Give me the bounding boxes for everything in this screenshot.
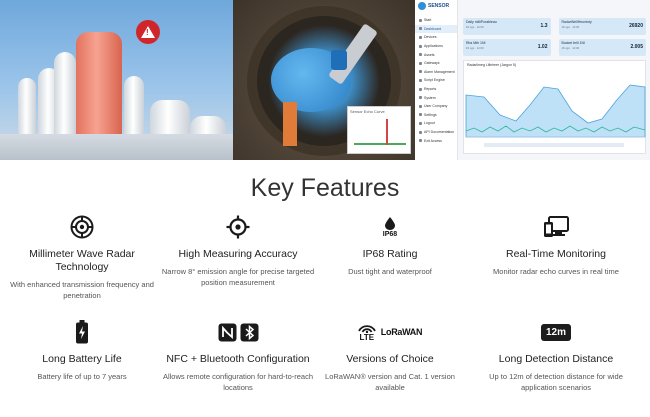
nav-item[interactable]: Start [415, 16, 457, 25]
feature-distance: 12m Long Detection Distance Up to 12m of… [476, 319, 636, 393]
nav-item[interactable]: Settings [415, 111, 457, 120]
echo-curve-thumbnail: Sensor Echo Curve [347, 106, 411, 154]
nav-item[interactable]: Logout [415, 119, 457, 128]
nav-item[interactable]: Script Engine [415, 76, 457, 85]
nav-item[interactable]: Reports [415, 85, 457, 94]
nav-item[interactable]: Gateways [415, 59, 457, 68]
nav-item[interactable]: System [415, 93, 457, 102]
dashboard-chart-title: Radarlimeg Lilleheer (Jargon 5) [467, 63, 517, 67]
water-drop-icon [385, 216, 395, 230]
feature-accuracy: High Measuring Accuracy Narrow 8° emissi… [158, 214, 318, 288]
warning-icon: ! [136, 20, 160, 44]
stat-card[interactable]: Bucket brill 1NI 16 sgs · 12:00 2.005 [558, 39, 646, 56]
ip68-icon-label: IP68 [382, 230, 398, 238]
radar-target-icon [70, 215, 94, 239]
feature-description: Up to 12m of detection distance for wide… [489, 372, 623, 392]
nfc-icon [218, 323, 236, 341]
feature-versions: LTE LoRaWAN Versions of Choice LoRaWAN® … [310, 319, 470, 393]
dashboard-chart[interactable]: Radarlimeg Lilleheer (Jargon 5) [463, 60, 646, 154]
page-title: Key Features [250, 174, 400, 202]
feature-description: With enhanced transmission frequency and… [10, 280, 154, 300]
nav-item[interactable]: Dashboard [415, 24, 457, 34]
silo-photo: ! [0, 0, 233, 160]
stat-card[interactable]: Rbs Mth 1NI 16 sgs · 12:00 1.02 [463, 39, 551, 56]
lorawan-logo-icon: LoRaWAN [380, 327, 423, 337]
nav-item[interactable]: User Company [415, 102, 457, 111]
feature-monitoring: Real-Time Monitoring Monitor radar echo … [476, 214, 636, 277]
feature-title: Real-Time Monitoring [506, 248, 606, 260]
dashboard-chart-plot [465, 84, 646, 147]
distance-badge-icon: 12m [540, 323, 571, 341]
crosshair-icon [226, 215, 250, 239]
dashboard-logo: SENSOR [418, 2, 449, 10]
feature-ip68: IP68 IP68 Rating Dust tight and waterpro… [310, 214, 470, 277]
stat-card[interactable]: RadarWellHeuntoty 16 sgs · 12:00 26920 [558, 18, 646, 35]
signal-icon [357, 324, 376, 333]
banner-strip: ! Sensor Echo Curve SENSOR Start Dashboa… [0, 0, 650, 160]
monitor-phone-icon [544, 216, 569, 237]
nav-item[interactable]: Devices [415, 33, 457, 42]
feature-nfc-bluetooth: NFC + Bluetooth Configuration Allows rem… [158, 319, 318, 393]
nav-item[interactable]: Alarm Management [415, 68, 457, 77]
feature-title: Long Battery Life [42, 353, 122, 365]
nav-item[interactable]: API Documentation [415, 128, 457, 137]
feature-battery: Long Battery Life Battery life of up to … [2, 319, 162, 382]
feature-description: Battery life of up to 7 years [37, 372, 127, 381]
nav-item[interactable]: Assets [415, 50, 457, 59]
mini-chart-title: Sensor Echo Curve [350, 109, 385, 114]
feature-description: Dust tight and waterproof [348, 267, 432, 276]
battery-icon [76, 320, 88, 344]
feature-radar: Millimeter Wave Radar Technology With en… [2, 214, 162, 301]
radar-sensor-icon [331, 50, 347, 70]
feature-description: Allows remote configuration for hard-to-… [162, 372, 314, 392]
feature-title: IP68 Rating [362, 248, 418, 260]
stat-card[interactable]: Daily milliPorableau 16 sgs · 12:00 1.3 [463, 18, 551, 35]
dashboard-screenshot: SENSOR Start Dashboard Devices Applicati… [415, 0, 650, 160]
nav-item[interactable]: Exit Access [415, 136, 457, 145]
lte-icon-label: LTE [359, 332, 375, 342]
feature-title: NFC + Bluetooth Configuration [166, 353, 310, 365]
feature-title: High Measuring Accuracy [178, 248, 298, 260]
nav-item[interactable]: Applications [415, 42, 457, 51]
feature-description: LoRaWAN® version and Cat. 1 version avai… [325, 372, 455, 392]
feature-title: Long Detection Distance [498, 353, 614, 365]
dashboard-sidebar: SENSOR Start Dashboard Devices Applicati… [415, 0, 458, 160]
feature-title: Millimeter Wave Radar Technology [29, 248, 135, 273]
bluetooth-icon [240, 323, 258, 341]
dashboard-main: Daily milliPorableau 16 sgs · 12:00 1.3 Ra… [459, 0, 650, 160]
feature-description: Narrow 8° emission angle for precise tar… [161, 267, 315, 287]
feature-description: Monitor radar echo curves in real time [493, 267, 619, 276]
feature-title: Versions of Choice [346, 353, 434, 365]
manhole-photo: Sensor Echo Curve [233, 0, 415, 160]
